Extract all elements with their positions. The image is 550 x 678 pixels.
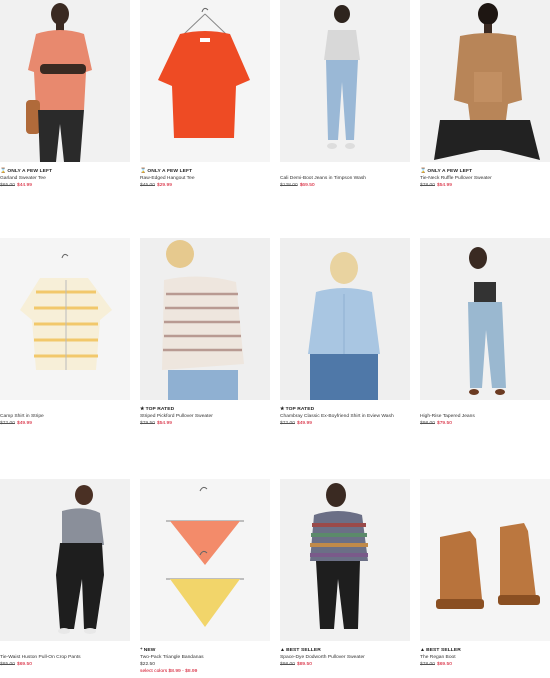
select-colors-price[interactable]: select colors $8.99 - $8.99 [140,668,270,675]
product-price: $98.00 $79.50 [420,421,452,426]
product-name[interactable]: Two-Pack Triangle Bandanas [140,654,270,661]
product-image[interactable] [280,479,410,641]
badge-label: BEST SELLER [286,648,321,653]
product-price: $78.00 $54.99 [420,183,452,188]
product-name[interactable]: Camp Shirt in Stripe [0,413,130,420]
product-price: $98.00 $89.50 [280,662,312,667]
product-image[interactable] [420,479,550,641]
product-name[interactable]: Raw-Edged Hangout Tee [140,175,270,182]
product-image[interactable] [420,0,550,162]
sparkle-icon: ⁺ [140,647,143,653]
product-image[interactable] [0,0,130,162]
product-card[interactable]: Tie-Waist Huston Pull-On Crop Pants $85.… [0,479,130,668]
product-image[interactable] [0,238,130,400]
product-price: $65.00 $44.99 [0,183,32,188]
product-name[interactable]: Tie-Waist Huston Pull-On Crop Pants [0,654,130,661]
product-image[interactable] [140,238,270,400]
product-card[interactable]: Camp Shirt in Stripe $72.00 $49.99 [0,238,130,427]
product-card[interactable]: High-Rise Tapered Jeans $98.00 $79.50 [420,238,550,427]
product-card[interactable]: ⌛ONLY A FEW LEFT Raw-Edged Hangout Tee $… [140,0,270,189]
product-card[interactable]: ⁺NEW Two-Pack Triangle Bandanas $22.50 s… [140,479,270,675]
star-icon: ★ [280,406,285,412]
product-image[interactable] [140,0,270,162]
product-name[interactable]: Space-Dye Dodworth Pullover Sweater [280,654,410,661]
badge-label: ONLY A FEW LEFT [7,169,53,174]
product-price: $22.50 [140,662,155,667]
product-card[interactable]: ⌛ONLY A FEW LEFT Tie-Neck Ruffle Pullove… [420,0,550,189]
product-image[interactable] [280,0,410,162]
badge-label: TOP RATED [145,407,175,412]
product-price: $128.00 $69.50 [280,183,315,188]
product-card[interactable]: Cali Demi-Boot Jeans in Timpson Wash $12… [280,0,410,189]
triangle-icon: ▲ [280,647,286,653]
product-image[interactable] [140,479,270,641]
product-card[interactable]: ★TOP RATED Chambray Classic Ex-Boyfriend… [280,238,410,427]
badge-label: BEST SELLER [426,648,461,653]
product-card[interactable]: ▲BEST SELLER The Regan Boot $78.00 $69.50 [420,479,550,668]
product-price: $79.50 $54.99 [140,421,172,426]
product-name[interactable]: Cali Demi-Boot Jeans in Timpson Wash [280,175,410,182]
hourglass-icon: ⌛ [140,168,147,174]
product-image[interactable] [420,238,550,400]
product-grid: ⌛ONLY A FEW LEFT Garland Sweater Tee $65… [0,0,550,678]
product-name[interactable]: Garland Sweater Tee [0,175,130,182]
product-price: $85.00 $69.50 [0,662,32,667]
product-price: $45.00 $29.99 [140,183,172,188]
product-card[interactable]: ▲BEST SELLER Space-Dye Dodworth Pullover… [280,479,410,668]
badge-label: TOP RATED [285,407,315,412]
product-image[interactable] [280,238,410,400]
product-image[interactable] [0,479,130,641]
badge-label: ONLY A FEW LEFT [427,169,473,174]
product-price: $72.00 $49.99 [280,421,312,426]
product-name[interactable]: The Regan Boot [420,654,550,661]
product-price: $72.00 $49.99 [0,421,32,426]
product-card[interactable]: ⌛ONLY A FEW LEFT Garland Sweater Tee $65… [0,0,130,189]
product-name[interactable]: High-Rise Tapered Jeans [420,413,550,420]
triangle-icon: ▲ [420,647,426,653]
badge-label: NEW [143,648,156,653]
product-name[interactable]: Tie-Neck Ruffle Pullover Sweater [420,175,550,182]
product-name[interactable]: Chambray Classic Ex-Boyfriend Shirt in E… [280,413,410,420]
hourglass-icon: ⌛ [420,168,427,174]
hourglass-icon: ⌛ [0,168,7,174]
product-name[interactable]: Striped Pickford Pullover Sweater [140,413,270,420]
product-card[interactable]: ★TOP RATED Striped Pickford Pullover Swe… [140,238,270,427]
star-icon: ★ [140,406,145,412]
product-price: $78.00 $69.50 [420,662,452,667]
badge-label: ONLY A FEW LEFT [147,169,193,174]
